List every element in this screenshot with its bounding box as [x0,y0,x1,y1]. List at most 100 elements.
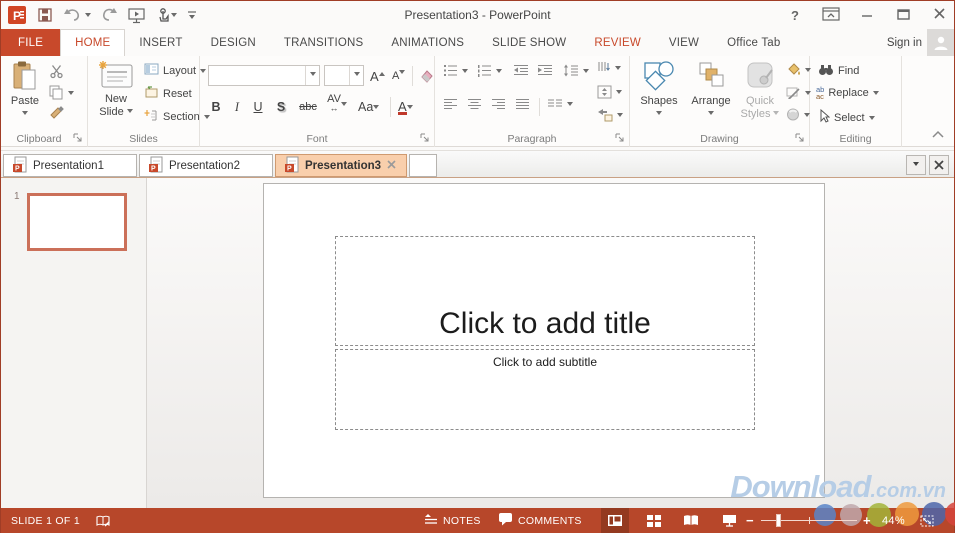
reading-view-button[interactable] [677,508,705,533]
find-button[interactable]: Find [818,63,859,79]
ribbon-display-options-button[interactable] [820,7,842,24]
arrange-button[interactable]: Arrange [686,60,736,118]
reset-icon [144,86,159,101]
zoom-in-button[interactable]: + [863,508,871,533]
text-shadow-button[interactable]: S [273,97,289,117]
copy-button[interactable] [49,85,74,100]
drawing-dialog-launcher[interactable] [795,133,805,143]
shape-outline-button[interactable] [786,86,811,99]
align-right-button[interactable] [491,98,506,110]
cut-scissors-button[interactable] [49,64,65,79]
save-button[interactable] [37,7,53,23]
font-name-combobox[interactable] [208,65,320,86]
align-text-button[interactable] [597,85,622,99]
slide-thumbnail[interactable] [27,193,127,251]
shapes-button[interactable]: Shapes [634,60,684,118]
font-name-dropdown[interactable] [305,66,319,85]
justify-button[interactable] [515,98,530,110]
tab-slide-show[interactable]: SLIDE SHOW [478,29,580,56]
text-direction-button[interactable] [597,61,621,75]
bold-button[interactable]: B [208,97,224,117]
shrink-font-button[interactable]: A [392,66,405,86]
align-center-button[interactable] [467,98,482,110]
avatar[interactable] [927,29,954,56]
document-tab-label: Presentation2 [169,160,240,172]
font-size-dropdown[interactable] [349,66,363,85]
customize-qat-button[interactable] [187,9,197,21]
comments-button[interactable]: COMMENTS [498,508,582,533]
tab-design[interactable]: DESIGN [197,29,270,56]
align-left-button[interactable] [443,98,458,110]
help-button[interactable]: ? [784,8,806,23]
format-painter-button[interactable] [49,106,65,121]
paragraph-dialog-launcher[interactable] [615,133,625,143]
zoom-out-button[interactable]: − [746,508,754,533]
replace-button[interactable]: ab ac Replace [816,86,879,100]
clipboard-dialog-launcher[interactable] [73,133,83,143]
tab-home[interactable]: HOME [60,29,125,56]
paste-button[interactable]: Paste [7,60,43,118]
tab-file[interactable]: FILE [1,29,60,56]
italic-button[interactable]: I [230,97,244,117]
font-dialog-launcher[interactable] [420,133,430,143]
normal-view-button[interactable] [601,508,629,533]
notes-button[interactable]: NOTES [424,508,481,533]
shape-fill-button[interactable] [786,63,811,76]
redo-button[interactable] [101,7,118,23]
maximize-button[interactable] [892,8,914,23]
zoom-slider-thumb[interactable] [776,514,781,527]
document-tab-presentation3[interactable]: P Presentation3 [275,154,407,177]
line-spacing-button[interactable] [563,64,589,77]
grow-font-button[interactable]: A [370,66,385,86]
close-icon[interactable] [928,8,950,23]
character-spacing-button[interactable]: AV↔ [326,94,348,114]
close-tab-bar-button[interactable] [929,155,949,175]
fit-slide-to-window-button[interactable] [919,508,935,533]
strikethrough-button[interactable]: abc [295,97,321,117]
tab-list-dropdown-button[interactable] [906,155,926,175]
select-button[interactable]: Select [818,109,875,126]
convert-smartart-button[interactable] [597,108,623,122]
document-tab-presentation2[interactable]: P Presentation2 [139,154,273,177]
increase-indent-button[interactable] [537,64,553,76]
zoom-level[interactable]: 44% [882,508,905,533]
zoom-slider[interactable] [761,508,857,533]
subtitle-placeholder[interactable]: Click to add subtitle [335,349,755,430]
close-tab-icon[interactable] [387,160,396,172]
tab-transitions[interactable]: TRANSITIONS [270,29,378,56]
tab-view[interactable]: VIEW [655,29,713,56]
new-tab-button[interactable] [409,154,437,177]
dropdown-caret [617,113,623,120]
spellcheck-icon[interactable] [95,508,111,533]
tab-insert[interactable]: INSERT [125,29,196,56]
title-placeholder[interactable]: Click to add title [335,236,755,346]
undo-button[interactable] [63,7,91,23]
tab-review[interactable]: REVIEW [580,29,655,56]
shape-effects-button[interactable] [786,108,810,121]
slide-show-view-button[interactable] [715,508,743,533]
minimize-button[interactable] [856,8,878,23]
reset-button[interactable]: Reset [144,86,192,101]
document-tab-presentation1[interactable]: P Presentation1 [3,154,137,177]
sign-in-link[interactable]: Sign in [887,29,922,56]
tab-animations[interactable]: ANIMATIONS [377,29,478,56]
columns-button[interactable] [547,98,573,110]
slide-canvas[interactable]: Click to add title Click to add subtitle [263,183,825,498]
numbering-button[interactable] [477,64,502,77]
layout-button[interactable]: Layout [144,63,206,78]
underline-button[interactable]: U [250,97,266,117]
change-case-button[interactable]: Aa [358,97,379,117]
bullets-button[interactable] [443,64,468,77]
decrease-indent-button[interactable] [513,64,529,76]
collapse-ribbon-button[interactable] [931,130,945,142]
quick-styles-button[interactable]: Quick Styles [738,60,782,121]
clear-formatting-button[interactable] [418,66,434,86]
touch-mode-button[interactable] [156,7,177,24]
slide-sorter-view-button[interactable] [639,508,667,533]
start-slideshow-button[interactable] [128,7,146,24]
font-color-button[interactable]: A [398,97,413,117]
tab-office-tab[interactable]: Office Tab [713,29,794,56]
font-size-combobox[interactable] [324,65,364,86]
new-slide-button[interactable]: New Slide [94,60,138,119]
svg-text:P: P [15,165,20,172]
